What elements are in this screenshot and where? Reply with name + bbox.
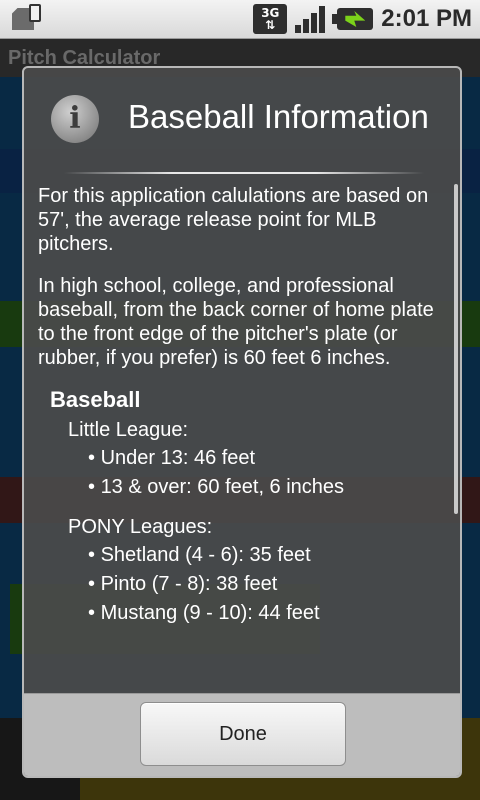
divider xyxy=(64,172,424,174)
league-rules: Shetland (4 - 6): 35 feet Pinto (7 - 8):… xyxy=(38,543,446,625)
network-3g-icon: 3G ⇅ xyxy=(253,4,288,34)
paragraph: In high school, college, and professiona… xyxy=(38,275,434,369)
info-dialog: i Baseball Information For this applicat… xyxy=(22,66,462,778)
list-item: Pinto (7 - 8): 38 feet xyxy=(88,572,446,596)
signal-strength-icon xyxy=(295,5,326,33)
list-item: Shetland (4 - 6): 35 feet xyxy=(88,543,446,567)
status-clock: 2:01 PM xyxy=(381,5,472,32)
status-bar: 3G ⇅ 2:01 PM xyxy=(0,0,480,39)
battery-charging-icon xyxy=(332,8,374,30)
dialog-body[interactable]: For this application calulations are bas… xyxy=(38,184,446,696)
league-name: Little League: xyxy=(68,419,189,441)
dialog-title: Baseball Information xyxy=(128,98,429,135)
league-name: PONY Leagues: xyxy=(68,516,213,538)
list-item: Under 13: 46 feet xyxy=(88,446,446,470)
list-item: Mustang (9 - 10): 44 feet xyxy=(88,601,446,625)
list-item: 13 & over: 60 feet, 6 inches xyxy=(88,475,446,499)
scrollbar[interactable] xyxy=(454,184,458,514)
dialog-footer: Done xyxy=(24,693,460,776)
info-icon: i xyxy=(51,95,99,143)
section-title: Baseball xyxy=(50,387,141,412)
done-button[interactable]: Done xyxy=(140,702,346,766)
league-rules: Under 13: 46 feet 13 & over: 60 feet, 6 … xyxy=(38,446,446,499)
sd-card-alert-icon xyxy=(12,4,41,32)
dialog-header: i Baseball Information xyxy=(24,68,460,172)
paragraph: For this application calulations are bas… xyxy=(38,185,429,255)
